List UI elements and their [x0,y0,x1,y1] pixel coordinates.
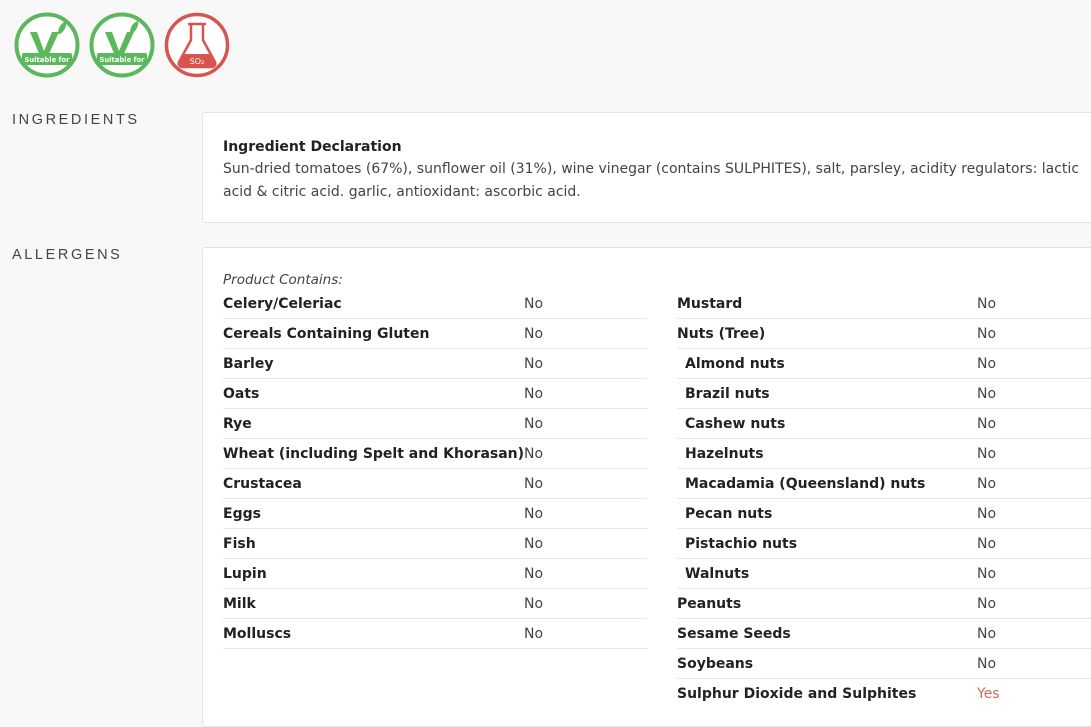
allergen-row: Sulphur Dioxide and Sulphites Yes [677,679,1091,708]
allergen-value: No [977,295,997,312]
badge-caption: Suitable for [24,56,70,64]
allergen-name: Soybeans [677,655,754,672]
allergen-row: Cereals Containing Gluten No [223,319,647,349]
allergen-value: No [977,655,997,672]
allergens-heading: ALLERGENS [12,247,123,263]
allergen-row: Oats No [223,379,647,409]
allergen-row: Peanuts No [677,589,1091,619]
allergen-name: Crustacea [223,475,302,492]
allergen-row: Soybeans No [677,649,1091,679]
allergen-row: Cashew nuts No [677,409,1091,439]
allergen-row: Milk No [223,589,647,619]
allergen-name: Macadamia (Queensland) nuts [685,475,926,492]
allergen-row: Celery/Celeriac No [223,289,647,319]
allergen-name: Almond nuts [685,355,785,372]
allergen-name: Nuts (Tree) [677,325,766,342]
allergen-value: No [524,535,544,552]
allergen-value: No [524,415,544,432]
badge-caption: SO₂ [190,57,205,66]
allergen-value: No [977,325,997,342]
vegan-icon: Suitable for [89,12,155,78]
allergen-value: No [977,385,997,402]
allergen-value: No [977,355,997,372]
allergen-name: Milk [223,595,256,612]
allergen-row: Almond nuts No [677,349,1091,379]
allergen-column-left: Celery/Celeriac No Cereals Containing Glut… [223,289,647,649]
allergen-row: Fish No [223,529,647,559]
product-contains-label: Product Contains: [223,272,343,288]
allergen-name: Barley [223,355,274,372]
allergen-name: Pistachio nuts [685,535,798,552]
badge-caption: Suitable for [99,56,145,64]
allergen-row: Nuts (Tree) No [677,319,1091,349]
allergen-name: Rye [223,415,252,432]
allergen-name: Wheat (including Spelt and Khorasan) [223,445,525,462]
allergen-value: No [977,625,997,642]
allergen-row: Rye No [223,409,647,439]
allergen-name: Sesame Seeds [677,625,791,642]
allergen-name: Cereals Containing Gluten [223,325,430,342]
ingredients-panel: Ingredient Declaration Sun-dried tomatoe… [202,112,1091,223]
allergen-row: Eggs No [223,499,647,529]
allergen-name: Oats [223,385,260,402]
allergen-value: No [524,475,544,492]
allergen-value: Yes [977,685,1000,702]
allergen-value: No [524,355,544,372]
allergen-value: No [524,505,544,522]
allergen-row: Sesame Seeds No [677,619,1091,649]
allergen-row: Lupin No [223,559,647,589]
allergen-name: Brazil nuts [685,385,770,402]
allergen-name: Mustard [677,295,743,312]
ingredient-declaration-title: Ingredient Declaration [223,139,402,155]
ingredients-heading: INGREDIENTS [12,112,140,128]
allergen-row: Walnuts No [677,559,1091,589]
allergen-name: Walnuts [685,565,750,582]
allergen-row: Macadamia (Queensland) nuts No [677,469,1091,499]
allergen-name: Pecan nuts [685,505,773,522]
allergen-value: No [524,565,544,582]
allergen-value: No [977,475,997,492]
allergens-panel: Product Contains: Celery/Celeriac No Cerea… [202,247,1091,727]
allergen-row: Hazelnuts No [677,439,1091,469]
allergen-row: Crustacea No [223,469,647,499]
allergen-value: No [524,325,544,342]
vegetarian-icon: Suitable for [14,12,80,78]
ingredient-declaration-text: Sun-dried tomatoes (67%), sunflower oil … [223,161,1080,200]
allergen-name: Cashew nuts [685,415,786,432]
allergen-row: Pecan nuts No [677,499,1091,529]
allergen-row: Brazil nuts No [677,379,1091,409]
allergen-name: Hazelnuts [685,445,764,462]
allergen-row: Molluscs No [223,619,647,649]
allergen-value: No [977,565,997,582]
allergen-value: No [977,415,997,432]
allergen-row: Mustard No [677,289,1091,319]
allergen-value: No [977,445,997,462]
allergen-value: No [524,625,544,642]
allergen-name: Peanuts [677,595,742,612]
allergen-name: Fish [223,535,256,552]
allergen-value: No [524,385,544,402]
allergen-name: Molluscs [223,625,292,642]
allergen-row: Wheat (including Spelt and Khorasan) No [223,439,647,469]
allergen-name: Eggs [223,505,261,522]
allergen-row: Pistachio nuts No [677,529,1091,559]
dietary-badges: Suitable for Suitable for SO₂ [14,12,230,78]
allergen-column-right: Mustard No Nuts (Tree) No Almond nuts No Brazi… [677,289,1091,708]
allergen-value: No [524,295,544,312]
sulphites-flask-icon: SO₂ [164,12,230,78]
allergen-name: Celery/Celeriac [223,295,342,312]
allergen-value: No [977,505,997,522]
allergen-value: No [977,595,997,612]
allergen-name: Sulphur Dioxide and Sulphites [677,685,917,702]
allergen-value: No [977,535,997,552]
allergen-row: Barley No [223,349,647,379]
allergen-value: No [524,595,544,612]
allergen-value: No [524,445,544,462]
allergen-name: Lupin [223,565,267,582]
